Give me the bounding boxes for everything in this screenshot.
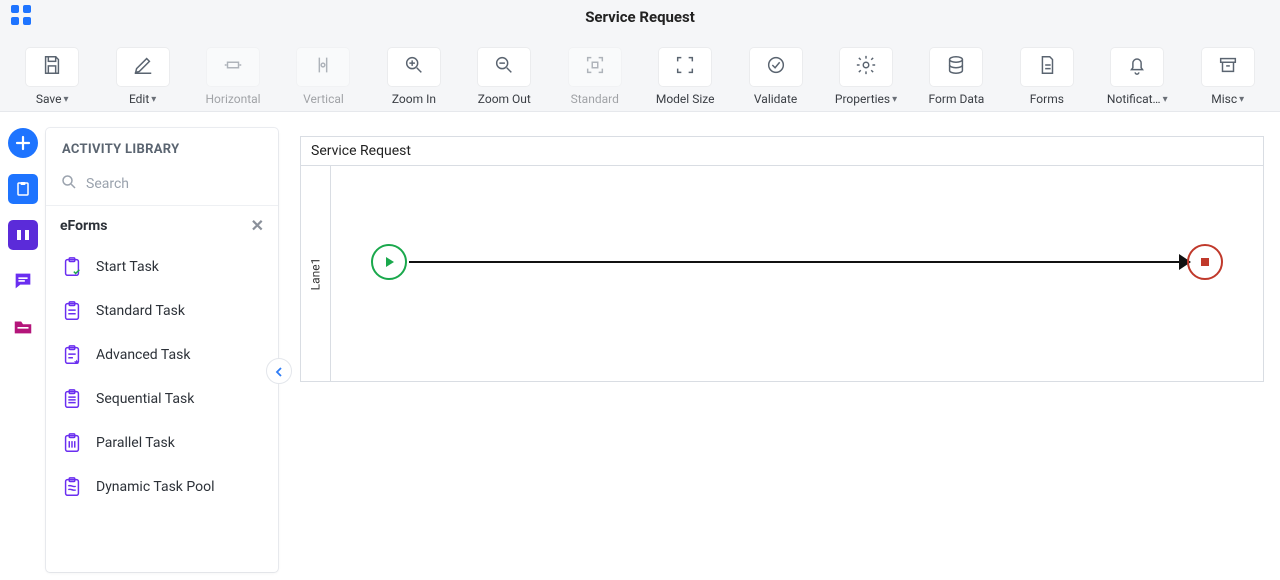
- activity-sequential-task[interactable]: Sequential Task: [46, 377, 278, 421]
- folder-icon: [12, 316, 34, 338]
- sidebar-title: ACTIVITY LIBRARY: [46, 128, 278, 167]
- page-title: Service Request: [0, 8, 1280, 26]
- edit-icon: [132, 54, 154, 80]
- align-vertical-icon: [312, 54, 334, 80]
- left-rail: [0, 112, 46, 580]
- activity-parallel-task[interactable]: Parallel Task: [46, 421, 278, 465]
- search-input[interactable]: [86, 176, 264, 192]
- lane-body[interactable]: [331, 166, 1263, 381]
- chat-button[interactable]: [8, 266, 38, 296]
- activity-dynamic-task-pool[interactable]: Dynamic Task Pool: [46, 465, 278, 509]
- properties-button[interactable]: Properties▾: [828, 48, 904, 106]
- search-icon: [60, 173, 78, 195]
- activity-standard-task[interactable]: Standard Task: [46, 289, 278, 333]
- clipboard-button[interactable]: [8, 174, 38, 204]
- canvas-area: Service Request Lane1: [278, 112, 1280, 580]
- plus-icon: [15, 135, 31, 151]
- frame-icon: [674, 54, 696, 80]
- chat-icon: [12, 270, 34, 292]
- title-bar: Service Request: [0, 0, 1280, 34]
- horizontal-button: Horizontal: [195, 48, 271, 106]
- close-section-button[interactable]: ✕: [251, 216, 264, 235]
- start-event-node[interactable]: [371, 244, 407, 280]
- chevron-left-icon: [274, 362, 284, 381]
- section-header: eForms ✕: [46, 206, 278, 245]
- chevron-down-icon: ▾: [1163, 94, 1168, 105]
- task-star-icon: [60, 343, 84, 367]
- activity-start-task[interactable]: Start Task: [46, 245, 278, 289]
- chevron-down-icon: ▾: [64, 94, 69, 105]
- app-menu-icon[interactable]: [10, 4, 32, 30]
- process-title: Service Request: [301, 137, 1263, 166]
- zoom-in-icon: [403, 54, 425, 80]
- activity-library-panel: ACTIVITY LIBRARY eForms ✕ Start Task Sta…: [46, 128, 278, 572]
- validate-button[interactable]: Validate: [737, 48, 813, 106]
- fit-screen-icon: [584, 54, 606, 80]
- toolbar: Save▾ Edit▾ Horizontal Vertical Zoom In …: [0, 34, 1280, 112]
- document-icon: [1036, 54, 1058, 80]
- database-icon: [945, 54, 967, 80]
- task-dynamic-icon: [60, 475, 84, 499]
- task-sequential-icon: [60, 387, 84, 411]
- collapse-sidebar-button[interactable]: [266, 358, 292, 384]
- align-horizontal-icon: [222, 54, 244, 80]
- task-parallel-icon: [60, 431, 84, 455]
- add-button[interactable]: [8, 128, 38, 158]
- clipboard-icon: [15, 181, 31, 197]
- notifications-button[interactable]: Notificat…▾: [1099, 48, 1175, 106]
- archive-icon: [1217, 54, 1239, 80]
- chevron-down-icon: ▾: [1239, 94, 1244, 105]
- vertical-button: Vertical: [285, 48, 361, 106]
- stop-icon: [1201, 258, 1209, 266]
- folder-button[interactable]: [8, 312, 38, 342]
- task-icon: [60, 299, 84, 323]
- search-row: [46, 167, 278, 206]
- model-size-button[interactable]: Model Size: [647, 48, 723, 106]
- edit-button[interactable]: Edit▾: [104, 48, 180, 106]
- activity-advanced-task[interactable]: Advanced Task: [46, 333, 278, 377]
- save-button[interactable]: Save▾: [14, 48, 90, 106]
- forms-button[interactable]: Forms: [1009, 48, 1085, 106]
- lane-header[interactable]: Lane1: [301, 166, 331, 381]
- pool: Lane1: [301, 166, 1263, 381]
- zoom-out-button[interactable]: Zoom Out: [466, 48, 542, 106]
- play-icon: [383, 253, 395, 272]
- sequence-flow[interactable]: [409, 261, 1185, 263]
- lanes-button[interactable]: [8, 220, 38, 250]
- section-title: eForms: [60, 218, 107, 234]
- form-data-button[interactable]: Form Data: [918, 48, 994, 106]
- lanes-icon: [15, 227, 31, 243]
- close-icon: ✕: [251, 216, 264, 235]
- main-area: ACTIVITY LIBRARY eForms ✕ Start Task Sta…: [0, 112, 1280, 580]
- zoom-standard-button: Standard: [557, 48, 633, 106]
- save-icon: [41, 54, 63, 80]
- chevron-down-icon: ▾: [151, 94, 156, 105]
- zoom-out-icon: [493, 54, 515, 80]
- activity-list: Start Task Standard Task Advanced Task S…: [46, 245, 278, 509]
- misc-button[interactable]: Misc▾: [1189, 48, 1265, 106]
- end-event-node[interactable]: [1187, 244, 1223, 280]
- chevron-down-icon: ▾: [892, 94, 897, 105]
- task-check-icon: [60, 255, 84, 279]
- gear-icon: [855, 54, 877, 80]
- zoom-in-button[interactable]: Zoom In: [376, 48, 452, 106]
- process-canvas[interactable]: Service Request Lane1: [300, 136, 1264, 382]
- validate-icon: [765, 54, 787, 80]
- bell-icon: [1126, 54, 1148, 80]
